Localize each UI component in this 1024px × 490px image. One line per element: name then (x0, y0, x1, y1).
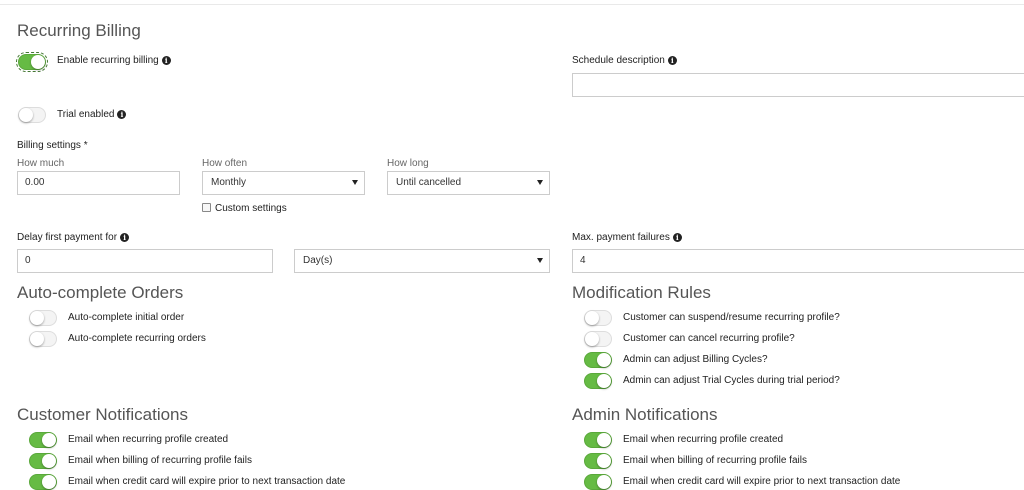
toggle-knob (585, 311, 599, 325)
section-title-recurring-billing: Recurring Billing (17, 21, 141, 40)
setting-toggle[interactable] (29, 474, 57, 490)
toggle-knob (597, 374, 611, 388)
section-title-modification-rules: Modification Rules (572, 283, 711, 302)
setting-toggle[interactable] (584, 453, 612, 469)
trial-enabled-toggle[interactable] (18, 107, 46, 123)
setting-label: Email when credit card will expire prior… (68, 476, 346, 487)
how-long-label: How long (387, 158, 429, 169)
info-icon[interactable]: i (667, 56, 677, 65)
max-payment-failures-label: Max. payment failures i (572, 232, 682, 243)
info-icon[interactable]: i (117, 110, 127, 119)
how-much-input[interactable]: 0.00 (17, 171, 180, 195)
setting-toggle[interactable] (29, 432, 57, 448)
schedule-description-input[interactable] (572, 73, 1024, 97)
max-payment-failures-text: Max. payment failures (572, 232, 670, 243)
setting-label: Auto-complete initial order (68, 312, 185, 323)
enable-recurring-billing-label: Enable recurring billing i (57, 55, 171, 66)
setting-label: Customer can suspend/resume recurring pr… (623, 312, 840, 323)
setting-label: Email when credit card will expire prior… (623, 476, 901, 487)
setting-toggle[interactable] (584, 373, 612, 389)
how-often-select[interactable]: Monthly (202, 171, 365, 195)
toggle-knob (31, 55, 45, 69)
how-often-label: How often (202, 158, 248, 169)
trial-enabled-label: Trial enabled i (57, 109, 127, 120)
how-long-select[interactable]: Until cancelled (387, 171, 550, 195)
info-icon[interactable]: i (161, 56, 171, 65)
setting-toggle[interactable] (584, 474, 612, 490)
trial-enabled-text: Trial enabled (57, 109, 115, 120)
schedule-description-label: Schedule description i (572, 55, 677, 66)
setting-toggle[interactable] (29, 331, 57, 347)
chevron-down-icon (352, 180, 358, 185)
max-payment-failures-input[interactable]: 4 (572, 249, 1024, 273)
section-title-customer-notifications: Customer Notifications (17, 405, 189, 424)
toggle-knob (42, 433, 56, 447)
section-title-admin-notifications: Admin Notifications (572, 405, 718, 424)
toggle-knob (42, 475, 56, 489)
chevron-down-icon (537, 258, 543, 263)
delay-first-payment-text: Delay first payment for (17, 232, 118, 243)
toggle-knob (585, 332, 599, 346)
toggle-knob (30, 332, 44, 346)
setting-toggle[interactable] (29, 310, 57, 326)
how-often-value: Monthly (211, 177, 247, 188)
toggle-knob (597, 475, 611, 489)
delay-first-payment-label: Delay first payment for i (17, 232, 130, 243)
toggle-knob (597, 353, 611, 367)
info-icon[interactable]: i (672, 233, 682, 242)
toggle-knob (42, 454, 56, 468)
setting-label: Admin can adjust Trial Cycles during tri… (623, 375, 840, 386)
setting-label: Auto-complete recurring orders (68, 333, 206, 344)
schedule-description-text: Schedule description (572, 55, 665, 66)
enable-recurring-billing-toggle[interactable] (16, 52, 48, 72)
how-much-label: How much (17, 158, 65, 169)
delay-unit-value: Day(s) (303, 255, 333, 266)
delay-unit-select[interactable]: Day(s) (294, 249, 550, 273)
setting-label: Email when recurring profile created (68, 434, 229, 445)
custom-settings-checkbox[interactable] (202, 203, 211, 212)
section-title-auto-complete: Auto-complete Orders (17, 283, 184, 302)
toggle-knob (19, 108, 33, 122)
custom-settings-label: Custom settings (215, 203, 287, 214)
info-icon[interactable]: i (120, 233, 130, 242)
setting-toggle[interactable] (584, 310, 612, 326)
toggle-knob (597, 433, 611, 447)
chevron-down-icon (537, 180, 543, 185)
setting-label: Email when recurring profile created (623, 434, 784, 445)
toggle-knob (597, 454, 611, 468)
setting-label: Email when billing of recurring profile … (623, 455, 807, 466)
setting-toggle[interactable] (584, 432, 612, 448)
setting-toggle[interactable] (584, 352, 612, 368)
setting-toggle[interactable] (584, 331, 612, 347)
how-long-value: Until cancelled (396, 177, 462, 188)
toggle-knob (30, 311, 44, 325)
top-divider (0, 4, 1024, 5)
enable-recurring-billing-text: Enable recurring billing (57, 55, 159, 66)
setting-label: Email when billing of recurring profile … (68, 455, 252, 466)
setting-label: Customer can cancel recurring profile? (623, 333, 795, 344)
billing-settings-label: Billing settings * (17, 140, 88, 151)
setting-label: Admin can adjust Billing Cycles? (623, 354, 768, 365)
setting-toggle[interactable] (29, 453, 57, 469)
delay-first-payment-input[interactable]: 0 (17, 249, 273, 273)
